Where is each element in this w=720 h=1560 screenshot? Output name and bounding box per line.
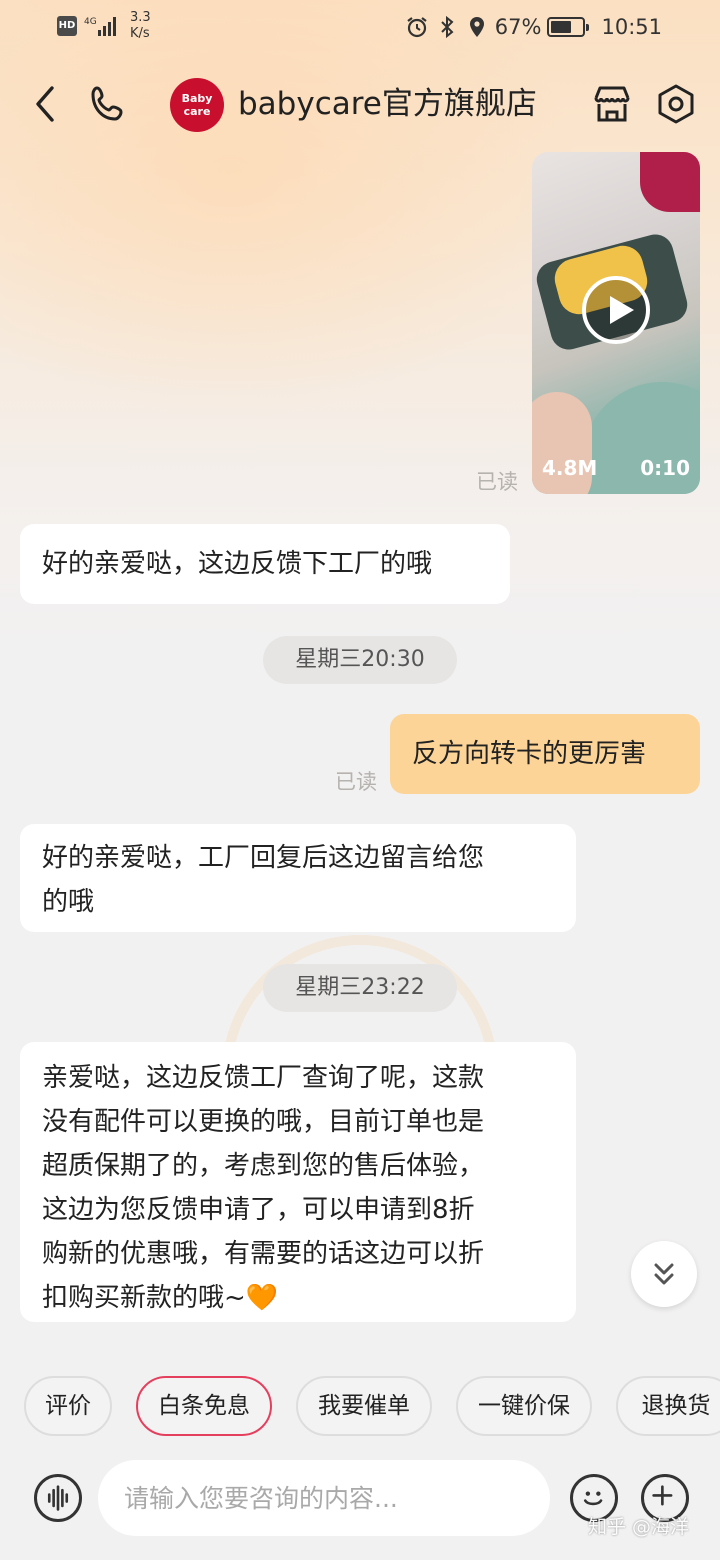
chip-urge-order[interactable]: 我要催单 — [296, 1376, 432, 1436]
scroll-down-button[interactable] — [631, 1241, 697, 1307]
phone-call-button[interactable] — [86, 82, 130, 126]
video-duration: 0:10 — [640, 456, 690, 480]
message-input[interactable] — [98, 1460, 550, 1536]
message-text-line: 好的亲爱哒，工厂回复后这边留言给您 — [42, 843, 485, 873]
logo-text-care: care — [183, 105, 211, 118]
message-text-line: 这边为您反馈申请了，可以申请到8折 — [42, 1195, 475, 1225]
chip-interest-free[interactable]: 白条免息 — [136, 1376, 272, 1436]
hd-icon: HD — [57, 16, 77, 36]
status-right: 67% 10:51 — [405, 10, 662, 44]
status-bar: HD 4G 3.3 K/s 67% 10:51 — [0, 0, 720, 56]
message-text-line: 扣购买新款的哦~🧡 — [42, 1283, 279, 1313]
message-text-line: 超质保期了的，考虑到您的售后体验， — [42, 1151, 485, 1181]
message-bubble-store[interactable]: 好的亲爱哒，工厂回复后这边留言给您 的哦 — [20, 824, 576, 932]
voice-input-button[interactable] — [34, 1474, 82, 1522]
message-bubble-store[interactable]: 亲爱哒，这边反馈工厂查询了呢，这款 没有配件可以更换的哦，目前订单也是 超质保期… — [20, 1042, 576, 1322]
back-button[interactable] — [26, 82, 66, 126]
chat-header: Baby care babycare官方旗舰店 — [0, 70, 720, 140]
battery-icon — [547, 17, 590, 37]
network-speed: 3.3 K/s — [130, 10, 151, 42]
timestamp: 星期三23:22 — [263, 964, 457, 1012]
message-text-line: 亲爱哒，这边反馈工厂查询了呢，这款 — [42, 1063, 485, 1093]
message-text-line: 购新的优惠哦，有需要的话这边可以折 — [42, 1239, 485, 1269]
chip-price-protect[interactable]: 一键价保 — [456, 1376, 592, 1436]
store-name[interactable]: babycare官方旗舰店 — [238, 84, 537, 124]
message-bubble-user[interactable]: 反方向转卡的更厉害 — [390, 714, 700, 794]
location-icon — [469, 17, 484, 37]
network-label: 4G — [84, 17, 97, 27]
chip-return-exchange[interactable]: 退换货 — [616, 1376, 720, 1436]
quick-action-bar: 评价 白条免息 我要催单 一键价保 退换货 — [0, 1376, 720, 1438]
store-logo[interactable]: Baby care — [170, 78, 224, 132]
message-bubble-store[interactable]: 好的亲爱哒，这边反馈下工厂的哦 — [20, 524, 510, 604]
zhihu-watermark: 知乎 @海洋 — [588, 1516, 690, 1538]
shop-icon[interactable] — [590, 82, 634, 126]
message-text: 好的亲爱哒，这边反馈下工厂的哦 — [42, 549, 433, 579]
signal-icon: 4G — [84, 17, 116, 36]
video-thumb-bg — [640, 152, 700, 212]
clock: 10:51 — [601, 15, 662, 39]
play-icon[interactable] — [582, 276, 650, 344]
speed-unit: K/s — [130, 26, 150, 41]
read-receipt: 已读 — [476, 470, 518, 494]
message-input-wrapper — [98, 1460, 550, 1536]
settings-icon[interactable] — [654, 82, 698, 126]
battery-percent: 67% — [494, 15, 542, 39]
read-receipt: 已读 — [335, 770, 377, 794]
message-text: 反方向转卡的更厉害 — [412, 739, 647, 769]
alarm-icon — [407, 17, 427, 38]
logo-text-baby: Baby — [181, 92, 213, 105]
chip-review[interactable]: 评价 — [24, 1376, 112, 1436]
message-text-line: 没有配件可以更换的哦，目前订单也是 — [42, 1107, 485, 1137]
bluetooth-icon — [441, 15, 454, 39]
speed-value: 3.3 — [130, 10, 151, 25]
video-size: 4.8M — [542, 456, 598, 480]
message-text-line: 的哦 — [42, 887, 95, 917]
timestamp: 星期三20:30 — [263, 636, 457, 684]
video-message[interactable]: 4.8M 0:10 — [532, 152, 700, 494]
